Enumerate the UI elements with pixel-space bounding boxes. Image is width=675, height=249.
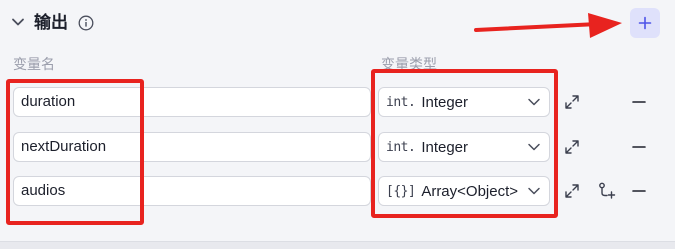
type-label: Integer [421,93,469,111]
chevron-down-icon[interactable] [10,14,26,30]
type-label: Integer [421,138,469,156]
output-panel: 输出 变量名 变量类型 duration int. Integer nextDu… [0,0,675,249]
chevron-down-icon [528,143,540,151]
annotation-arrow-icon [474,13,622,38]
column-header-name: 变量名 [13,56,55,72]
minus-icon[interactable] [630,93,648,111]
expand-icon[interactable] [563,182,581,200]
array-object-type-icon: [{}] [386,183,416,199]
panel-divider [0,241,675,249]
integer-type-icon: int. [386,139,416,155]
variable-type-select[interactable]: int. Integer [378,87,550,117]
chevron-down-icon [528,187,540,195]
type-label: Array<Object> [421,182,519,200]
variable-type-select[interactable]: int. Integer [378,132,550,162]
minus-icon[interactable] [630,182,648,200]
expand-icon[interactable] [563,93,581,111]
variable-type-select[interactable]: [{}] Array<Object> [378,176,550,206]
integer-type-icon: int. [386,94,416,110]
info-icon[interactable] [78,15,94,31]
variable-name-input[interactable]: nextDuration [13,132,371,162]
expand-icon[interactable] [563,138,581,156]
minus-icon[interactable] [630,138,648,156]
column-header-type: 变量类型 [381,56,437,72]
plus-icon [638,16,652,30]
add-subfield-icon[interactable] [596,181,616,201]
variable-name-input[interactable]: audios [13,176,371,206]
chevron-down-icon [528,98,540,106]
section-title: 输出 [34,13,68,32]
variable-name-input[interactable]: duration [13,87,371,117]
add-output-button[interactable] [630,8,660,38]
